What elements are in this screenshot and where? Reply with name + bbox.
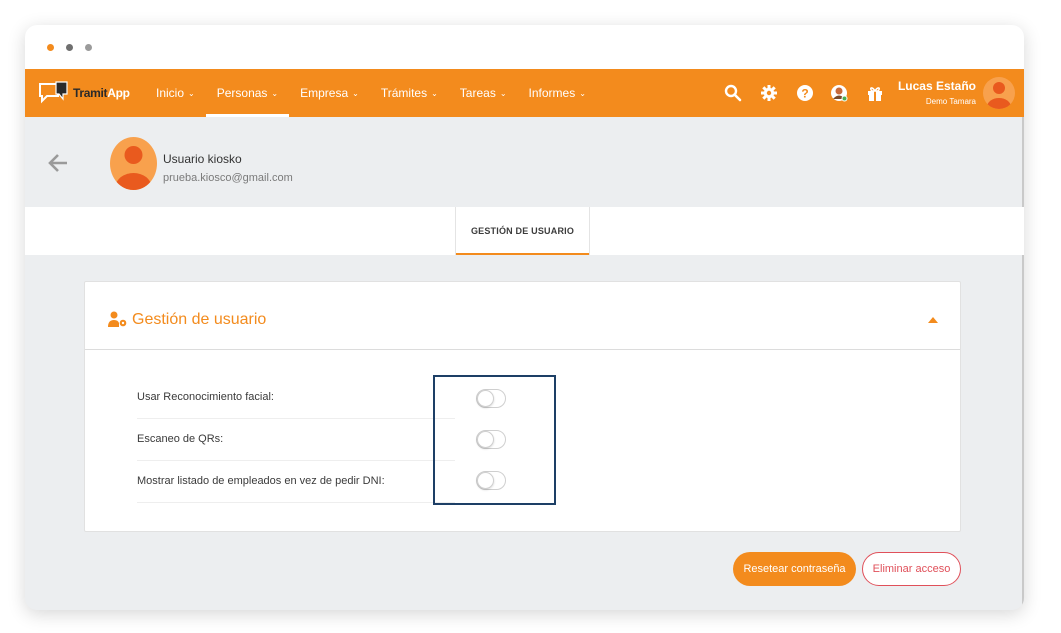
- chevron-down-icon: ⌄: [499, 89, 507, 98]
- window-dot-maximize[interactable]: [85, 44, 92, 51]
- search-icon[interactable]: [722, 82, 744, 104]
- chevron-down-icon: ⌄: [579, 89, 586, 98]
- user-name: Lucas Estaño: [897, 79, 976, 93]
- top-navbar: TramitApp Inicio ⌄ Personas ⌄ Empresa ⌄ Trá…: [25, 69, 1024, 117]
- help-icon[interactable]: ?: [794, 82, 816, 104]
- gift-icon[interactable]: [864, 82, 886, 104]
- setting-row-facial-recognition: Usar Reconocimiento facial:: [137, 377, 455, 419]
- setting-row-qr-scan: Escaneo de QRs:: [137, 419, 455, 461]
- toggles-highlight-box: [433, 375, 556, 505]
- user-settings-icon: [108, 311, 128, 328]
- window-dot-minimize[interactable]: [66, 44, 73, 51]
- collapse-arrow-icon[interactable]: [928, 317, 938, 323]
- user-menu[interactable]: Lucas Estaño Demo Tamara: [898, 79, 976, 106]
- logo-icon: [39, 81, 68, 104]
- profile-avatar: [110, 137, 157, 190]
- menu-item-tareas[interactable]: Tareas ⌄: [449, 69, 518, 117]
- setting-label: Escaneo de QRs:: [137, 433, 224, 445]
- user-company: Demo Tamara: [925, 97, 976, 106]
- brand-name: TramitApp: [73, 86, 130, 100]
- tab-gestion-de-usuario[interactable]: GESTIÓN DE USUARIO: [455, 207, 590, 255]
- chevron-down-icon: ⌄: [352, 89, 359, 98]
- page-scrollbar[interactable]: [1022, 117, 1024, 610]
- setting-label: Usar Reconocimiento facial:: [137, 391, 274, 403]
- setting-label: Mostrar listado de empleados en vez de p…: [137, 475, 385, 487]
- menu-item-informes[interactable]: Informes ⌄: [518, 69, 597, 117]
- gear-icon[interactable]: [758, 82, 780, 104]
- back-arrow-icon[interactable]: [47, 152, 69, 174]
- tab-bar: GESTIÓN DE USUARIO: [25, 207, 1024, 255]
- chevron-down-icon: ⌄: [188, 89, 195, 98]
- main-menu: Inicio ⌄ Personas ⌄ Empresa ⌄ Trámites ⌄ Tar…: [145, 69, 597, 117]
- chevron-down-icon: ⌄: [431, 89, 438, 98]
- menu-item-personas[interactable]: Personas ⌄: [205, 69, 290, 117]
- window-dot-close[interactable]: [47, 44, 54, 51]
- reset-password-button[interactable]: Resetear contraseña: [733, 552, 856, 586]
- profile-email: prueba.kiosco@gmail.com: [163, 172, 293, 184]
- nav-icon-group: ? Lucas Estaño Demo Tamara: [724, 69, 1024, 117]
- menu-item-empresa[interactable]: Empresa ⌄: [289, 69, 370, 117]
- avatar[interactable]: [983, 77, 1015, 109]
- setting-row-employee-list: Mostrar listado de empleados en vez de p…: [137, 461, 455, 503]
- menu-item-inicio[interactable]: Inicio ⌄: [145, 69, 206, 117]
- profile-name: Usuario kiosko: [163, 152, 242, 166]
- menu-item-tramites[interactable]: Trámites ⌄: [370, 69, 449, 117]
- window-titlebar: [25, 25, 1024, 69]
- notification-avatar-icon[interactable]: [828, 82, 850, 104]
- card-title: Gestión de usuario: [132, 311, 267, 328]
- svg-text:?: ?: [801, 87, 808, 101]
- card-header[interactable]: Gestión de usuario: [85, 282, 960, 350]
- delete-access-button[interactable]: Eliminar acceso: [862, 552, 961, 586]
- chevron-down-icon: ⌄: [271, 89, 279, 98]
- app-window: TramitApp Inicio ⌄ Personas ⌄ Empresa ⌄ Trá…: [25, 25, 1024, 610]
- brand-logo[interactable]: TramitApp: [37, 79, 130, 107]
